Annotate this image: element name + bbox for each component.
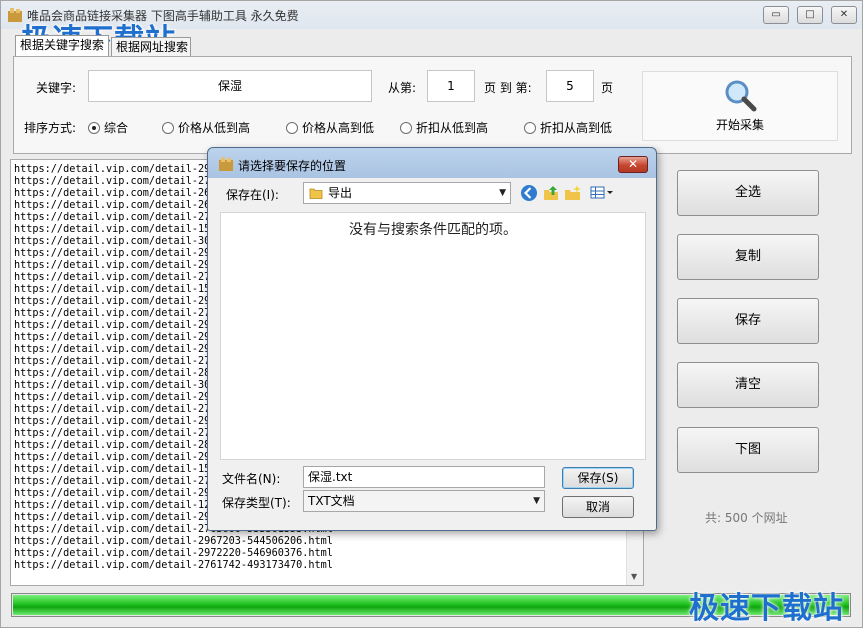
start-collect-button[interactable]: 开始采集 [642,71,838,141]
list-item[interactable]: https://detail.vip.com/detail-27 [14,404,210,416]
minimize-button[interactable]: ▭ [763,6,789,24]
list-item[interactable]: https://detail.vip.com/detail-29 [14,332,210,344]
magnifier-icon [725,80,757,112]
list-item[interactable]: https://detail.vip.com/detail-27 [14,428,210,440]
list-item[interactable]: https://detail.vip.com/detail-2967203-54… [14,536,333,548]
list-item[interactable]: https://detail.vip.com/detail-29 [14,416,210,428]
list-item[interactable]: https://detail.vip.com/detail-28 [14,368,210,380]
new-folder-icon[interactable] [564,184,582,202]
from-page-input[interactable]: 1 [427,70,475,102]
dialog-save-button[interactable]: 保存(S) [562,467,634,489]
main-window: 唯品会商品链接采集器 下图高手辅助工具 永久免费 ▭ □ ✕ 极速下载站 根据关… [0,0,863,628]
sort-option-price-desc[interactable]: 价格从高到低 [286,119,374,136]
chevron-down-icon: ▼ [499,188,506,198]
list-item[interactable]: https://detail.vip.com/detail-29 [14,296,210,308]
up-folder-icon[interactable] [542,184,560,202]
save-in-select[interactable]: 导出 ▼ [303,182,511,204]
list-item[interactable]: https://detail.vip.com/detail-29 [14,248,210,260]
list-item[interactable]: https://detail.vip.com/detail-27 [14,212,210,224]
file-list-pane[interactable]: 没有与搜索条件匹配的项。 [220,212,646,460]
chevron-down-icon: ▼ [533,496,540,506]
dialog-body: 保存在(I): 导出 ▼ 没有与搜索条件匹配的项。 文件名(N): 保湿.txt… [216,178,650,524]
list-item[interactable]: https://detail.vip.com/detail-29 [14,452,210,464]
sort-option-discount-asc[interactable]: 折扣从低到高 [400,119,488,136]
download-images-button[interactable]: 下图 [677,427,819,473]
list-item[interactable]: https://detail.vip.com/detail-29 [14,320,210,332]
close-button[interactable]: ✕ [831,6,857,24]
dialog-title: 请选择要保存的位置 [238,159,347,173]
back-icon[interactable] [520,184,538,202]
list-item[interactable]: https://detail.vip.com/detail-27 [14,308,210,320]
folder-icon [309,188,323,199]
list-item[interactable]: https://detail.vip.com/detail-12 [14,500,210,512]
sort-label: 排序方式: [24,121,77,135]
list-item[interactable]: https://detail.vip.com/detail-27 [14,272,210,284]
dialog-cancel-button[interactable]: 取消 [562,496,634,518]
empty-message: 没有与搜索条件匹配的项。 [349,222,517,238]
list-item[interactable]: https://detail.vip.com/detail-29 [14,260,210,272]
list-item[interactable]: https://detail.vip.com/detail-29 [14,392,210,404]
search-panel: 关键字: 保湿 从第: 1 页 到 第: 5 页 排序方式: 综合 价格从低到高… [13,56,852,154]
list-item[interactable]: https://detail.vip.com/detail-15 [14,464,210,476]
list-item[interactable]: https://detail.vip.com/detail-2972220-54… [14,548,333,560]
view-menu-icon[interactable] [590,184,614,202]
dialog-app-icon [219,157,233,171]
list-item[interactable]: https://detail.vip.com/detail-30 [14,236,210,248]
filename-label: 文件名(N): [222,472,281,486]
list-item[interactable]: https://detail.vip.com/detail-15 [14,224,210,236]
from-page-label: 从第: [388,81,417,95]
watermark-bottom: 极速下载站 [689,591,844,626]
to-page-label: 页 到 第: [484,81,532,95]
list-item[interactable]: https://detail.vip.com/detail-27 [14,176,210,188]
list-item[interactable]: https://detail.vip.com/detail-27 [14,356,210,368]
radio-icon [400,122,412,134]
save-dialog: 请选择要保存的位置 ✕ 保存在(I): 导出 ▼ 没有与搜索条件匹配的项。 文件… [207,147,657,531]
page-suffix-label: 页 [601,81,614,95]
url-count: 共: 500 个网址 [705,511,788,525]
dialog-close-button[interactable]: ✕ [618,156,648,173]
sort-option-comprehensive[interactable]: 综合 [88,119,128,136]
radio-icon [524,122,536,134]
keyword-label: 关键字: [36,81,77,95]
scroll-down-icon[interactable]: ▼ [631,572,637,581]
save-button[interactable]: 保存 [677,298,819,344]
keyword-input[interactable]: 保湿 [88,70,372,102]
select-all-button[interactable]: 全选 [677,170,819,216]
list-item[interactable]: https://detail.vip.com/detail-26 [14,200,210,212]
to-page-input[interactable]: 5 [546,70,594,102]
list-item[interactable]: https://detail.vip.com/detail-29 [14,488,210,500]
clear-button[interactable]: 清空 [677,362,819,408]
start-collect-label: 开始采集 [715,118,764,132]
list-item[interactable]: https://detail.vip.com/detail-15 [14,284,210,296]
radio-icon [286,122,298,134]
radio-icon [88,122,100,134]
sort-option-discount-desc[interactable]: 折扣从高到低 [524,119,612,136]
filetype-select[interactable]: TXT文档 ▼ [303,490,545,512]
tab-keyword-search[interactable]: 根据关键字搜索 [15,35,109,57]
filename-input[interactable]: 保湿.txt [303,466,545,488]
save-in-label: 保存在(I): [226,188,279,202]
list-item[interactable]: https://detail.vip.com/detail-26 [14,188,210,200]
radio-icon [162,122,174,134]
list-item[interactable]: https://detail.vip.com/detail-28 [14,440,210,452]
list-item[interactable]: https://detail.vip.com/detail-2761742-49… [14,560,333,572]
filetype-label: 保存类型(T): [222,496,291,510]
sort-option-price-asc[interactable]: 价格从低到高 [162,119,250,136]
list-item[interactable]: https://detail.vip.com/detail-29 [14,344,210,356]
list-item[interactable]: https://detail.vip.com/detail-27 [14,476,210,488]
copy-button[interactable]: 复制 [677,234,819,280]
maximize-button[interactable]: □ [797,6,823,24]
list-item[interactable]: https://detail.vip.com/detail-29 [14,164,210,176]
list-item[interactable]: https://detail.vip.com/detail-30 [14,380,210,392]
tab-url-search[interactable]: 根据网址搜索 [111,37,191,57]
